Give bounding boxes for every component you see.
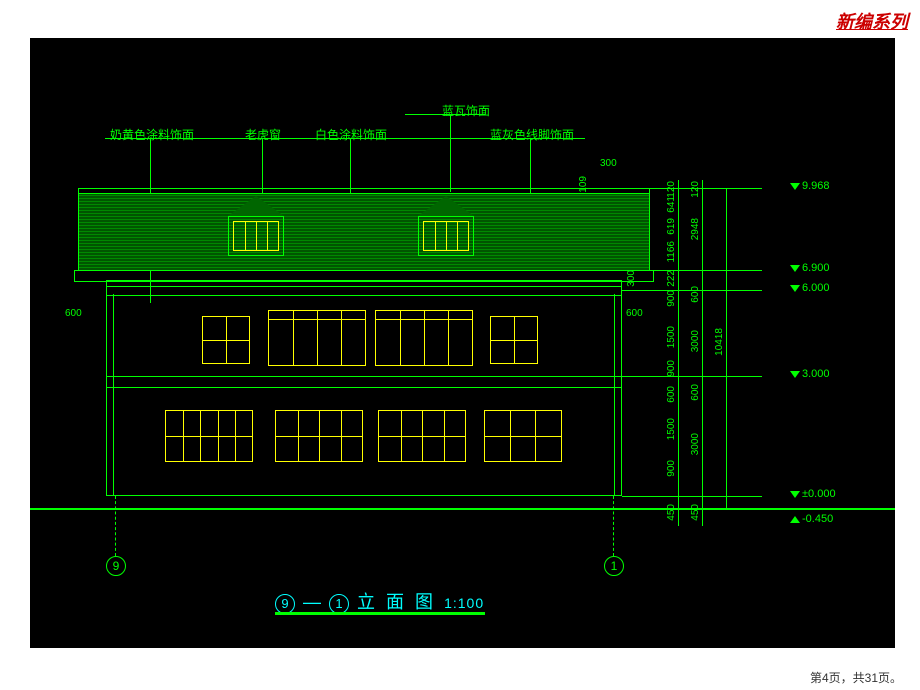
dim-222: 222 bbox=[666, 270, 677, 287]
dim-600-right: 600 bbox=[626, 308, 643, 319]
elev-n0450: -0.450 bbox=[790, 513, 833, 525]
window-2f-2 bbox=[268, 310, 366, 366]
ground-line bbox=[30, 508, 895, 510]
dim2-120: 120 bbox=[690, 181, 701, 198]
dormer-right bbox=[418, 216, 474, 256]
floor-band-upper bbox=[106, 286, 622, 296]
label-white-paint: 白色涂料饰面 bbox=[315, 126, 387, 143]
window-2f-3 bbox=[375, 310, 473, 366]
dim-641: 641 bbox=[666, 196, 677, 213]
dim2-3000a: 3000 bbox=[690, 330, 701, 352]
window-1f-4 bbox=[484, 410, 562, 462]
window-1f-2 bbox=[275, 410, 363, 462]
elev-6000: 6.000 bbox=[790, 282, 830, 294]
elev-6900: 6.900 bbox=[790, 262, 830, 274]
dim-300-top: 300 bbox=[600, 158, 617, 169]
axis-circle-1: 1 bbox=[604, 556, 624, 576]
dim-900b: 900 bbox=[666, 360, 677, 377]
dim2-600a: 600 bbox=[690, 286, 701, 303]
dim2-3000b: 3000 bbox=[690, 433, 701, 455]
title-underline bbox=[275, 612, 485, 615]
dim-300-right: 300 bbox=[626, 270, 637, 287]
dim-600-left: 600 bbox=[65, 308, 82, 319]
label-dormer: 老虎窗 bbox=[245, 126, 281, 143]
dim-900c: 900 bbox=[666, 460, 677, 477]
series-label: 新编系列 bbox=[836, 8, 908, 34]
elev-0000: ±0.000 bbox=[790, 488, 836, 500]
dim-109-top: 109 bbox=[578, 176, 589, 193]
cad-canvas: 奶黄色涂料饰面 老虎窗 白色涂料饰面 蓝瓦饰面 蓝灰色线脚饰面 bbox=[30, 38, 895, 648]
dim3-10418: 10418 bbox=[714, 328, 725, 356]
window-1f-3 bbox=[378, 410, 466, 462]
dim-450a: 450 bbox=[666, 504, 677, 521]
label-cream-paint: 奶黄色涂料饰面 bbox=[110, 126, 194, 143]
dim-1500a: 1500 bbox=[666, 326, 677, 348]
dim-900a: 900 bbox=[666, 290, 677, 307]
axis-circle-9: 9 bbox=[106, 556, 126, 576]
floor-band-mid bbox=[106, 376, 622, 388]
roof bbox=[78, 193, 650, 271]
dim2-2948: 2948 bbox=[690, 218, 701, 240]
window-2f-1 bbox=[202, 316, 250, 364]
elev-3000: 3.000 bbox=[790, 368, 830, 380]
window-2f-4 bbox=[490, 316, 538, 364]
dim-1500b: 1500 bbox=[666, 418, 677, 440]
label-gray-molding: 蓝灰色线脚饰面 bbox=[490, 126, 574, 143]
dim-1166: 1166 bbox=[666, 241, 677, 263]
dim-600a: 600 bbox=[666, 386, 677, 403]
elev-9968: 9.968 bbox=[790, 180, 830, 192]
drawing-title: 9 — 1 立 面 图 1:100 bbox=[275, 588, 484, 614]
dim2-450: 450 bbox=[690, 504, 701, 521]
window-1f-1 bbox=[165, 410, 253, 462]
dim2-600b: 600 bbox=[690, 384, 701, 401]
page-footer: 第4页，共31页。 bbox=[810, 669, 902, 686]
dormer-left bbox=[228, 216, 284, 256]
dim-619: 619 bbox=[666, 218, 677, 235]
